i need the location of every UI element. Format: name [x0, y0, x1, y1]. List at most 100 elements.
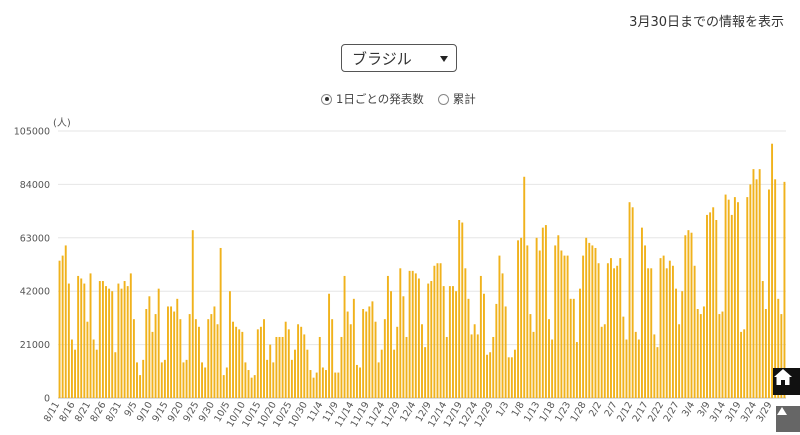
bar[interactable] [681, 291, 684, 398]
bar[interactable] [241, 331, 244, 398]
bar[interactable] [281, 336, 284, 398]
bar[interactable] [126, 286, 129, 398]
bar[interactable] [287, 329, 290, 398]
bar[interactable] [337, 372, 340, 398]
bar[interactable] [272, 362, 275, 398]
bar[interactable] [173, 311, 176, 398]
bar[interactable] [662, 255, 665, 398]
bar[interactable] [284, 321, 287, 398]
bar[interactable] [610, 258, 612, 398]
bar[interactable] [613, 268, 616, 398]
bar[interactable] [501, 273, 504, 398]
bar[interactable] [752, 169, 755, 398]
bar[interactable] [349, 324, 352, 398]
bar[interactable] [696, 309, 699, 398]
bar[interactable] [684, 235, 687, 398]
bar[interactable] [405, 336, 408, 398]
bar[interactable] [526, 245, 529, 398]
bar[interactable] [495, 303, 498, 398]
bar[interactable] [544, 225, 547, 398]
bar[interactable] [105, 286, 107, 398]
bar[interactable] [383, 319, 386, 398]
bar[interactable] [368, 306, 371, 398]
bar[interactable] [154, 314, 157, 398]
bar[interactable] [201, 362, 204, 398]
bar[interactable] [145, 309, 148, 398]
bar[interactable] [699, 314, 702, 398]
bar[interactable] [569, 298, 572, 398]
bar[interactable] [197, 326, 200, 398]
bar[interactable] [464, 268, 467, 398]
bar[interactable] [390, 291, 392, 398]
bar[interactable] [749, 184, 752, 398]
bar[interactable] [77, 275, 80, 398]
bar[interactable] [362, 309, 365, 398]
bar[interactable] [331, 319, 334, 398]
bar[interactable] [706, 214, 708, 398]
bar[interactable] [306, 349, 309, 398]
bar[interactable] [579, 288, 581, 398]
bar[interactable] [659, 258, 662, 398]
bar[interactable] [402, 296, 405, 398]
bar[interactable] [650, 268, 653, 398]
bar[interactable] [204, 367, 207, 398]
bar[interactable] [300, 326, 303, 398]
bar[interactable] [588, 242, 591, 398]
bar[interactable] [430, 281, 433, 398]
bar[interactable] [563, 255, 566, 398]
bar[interactable] [603, 324, 606, 398]
bar[interactable] [219, 247, 222, 398]
bar[interactable] [591, 245, 594, 398]
bar[interactable] [136, 362, 138, 398]
bar[interactable] [244, 362, 247, 398]
bar[interactable] [352, 298, 355, 398]
bar[interactable] [58, 260, 61, 398]
bar[interactable] [132, 319, 135, 398]
bar[interactable] [535, 237, 538, 398]
bar[interactable] [470, 334, 473, 398]
bar[interactable] [687, 230, 690, 398]
bar[interactable] [86, 321, 89, 398]
bar[interactable] [232, 321, 234, 398]
bar[interactable] [439, 263, 442, 398]
bar[interactable] [167, 306, 169, 398]
bar[interactable] [170, 306, 173, 398]
bar[interactable] [637, 339, 640, 398]
bar[interactable] [210, 314, 213, 398]
bar[interactable] [507, 357, 510, 398]
bar[interactable] [628, 202, 631, 398]
bar[interactable] [675, 288, 677, 398]
bar[interactable] [417, 278, 420, 398]
bar[interactable] [98, 281, 101, 398]
bar[interactable] [83, 283, 86, 398]
bar[interactable] [191, 230, 194, 398]
bar[interactable] [101, 281, 104, 398]
bar[interactable] [724, 194, 727, 398]
bar[interactable] [321, 367, 324, 398]
bar[interactable] [631, 207, 634, 398]
bar[interactable] [461, 222, 464, 398]
bar[interactable] [247, 370, 250, 398]
bar[interactable] [163, 359, 166, 398]
bar[interactable] [123, 281, 126, 398]
bar[interactable] [513, 349, 516, 398]
bar[interactable] [730, 214, 733, 398]
bar[interactable] [678, 324, 681, 398]
bar[interactable] [408, 270, 411, 398]
bar[interactable] [758, 169, 761, 398]
bar[interactable] [89, 273, 92, 398]
bar[interactable] [80, 278, 83, 398]
bar[interactable] [157, 288, 160, 398]
bar[interactable] [529, 314, 532, 398]
bar[interactable] [179, 319, 182, 398]
bar[interactable] [235, 326, 238, 398]
bar[interactable] [551, 339, 554, 398]
bar[interactable] [328, 293, 331, 398]
bar[interactable] [160, 362, 163, 398]
home-button[interactable] [773, 368, 800, 395]
bar[interactable] [622, 316, 625, 398]
bar[interactable] [67, 283, 70, 398]
bar[interactable] [374, 321, 377, 398]
bar[interactable] [727, 199, 730, 398]
bar[interactable] [377, 362, 380, 398]
